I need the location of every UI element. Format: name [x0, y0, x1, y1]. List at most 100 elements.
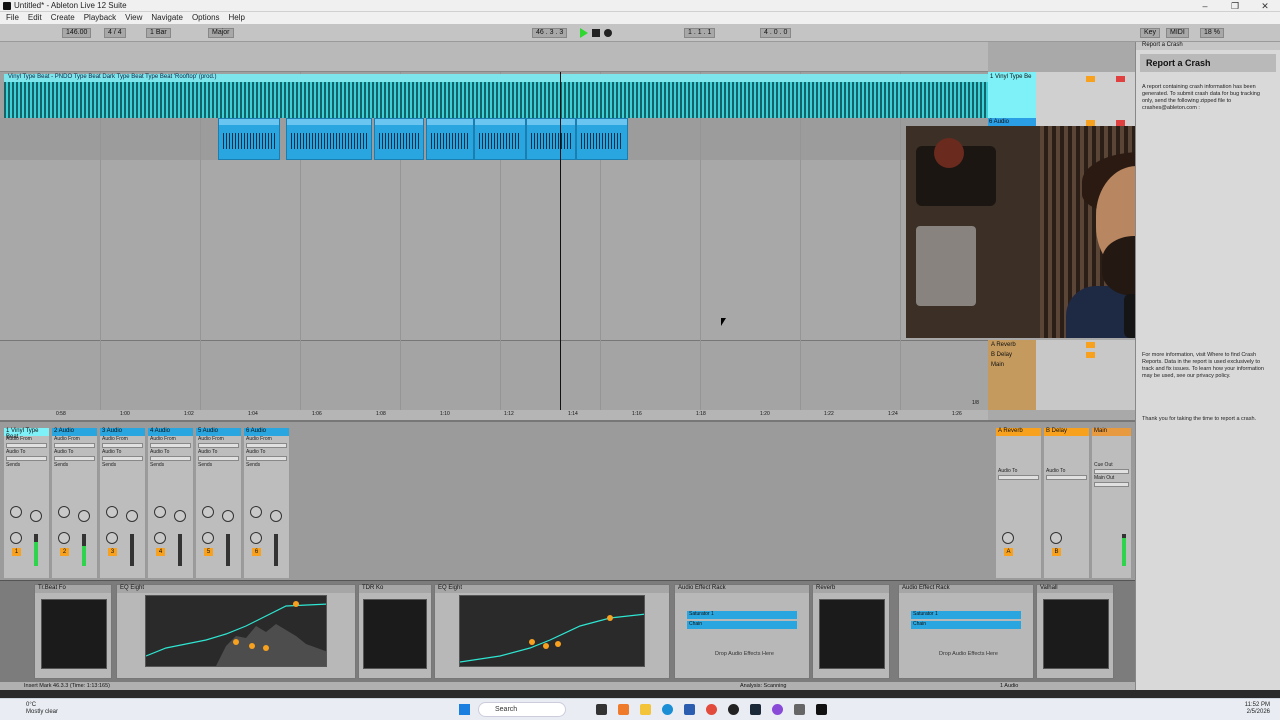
device-audio-effect-rack-1[interactable]: Audio Effect Rack Saturator 1 Chain Drop… [674, 584, 810, 679]
mixer-strip-5[interactable]: 5 Audio Audio From Audio To Sends 5 [196, 428, 242, 578]
drop-hint[interactable]: Drop Audio Effects Here [939, 651, 998, 657]
device-audio-effect-rack-2[interactable]: Audio Effect Rack Saturator 1 Chain Drop… [898, 584, 1034, 679]
tempo-field[interactable]: 146.00 [62, 28, 92, 38]
settings-icon[interactable] [794, 704, 805, 715]
app-icon-3[interactable] [772, 704, 783, 715]
return-activator[interactable] [1086, 342, 1095, 348]
mixer-strip-3[interactable]: 3 Audio Audio From Audio To Sends 3 [100, 428, 146, 578]
send-a-knob[interactable] [154, 506, 166, 518]
app-icon-2[interactable] [728, 704, 739, 715]
input-select[interactable] [198, 443, 239, 448]
return-lanes[interactable] [0, 340, 988, 410]
main-strip[interactable]: Main Cue Out Main Out [1092, 428, 1132, 578]
mixer-strip-6[interactable]: 6 Audio Audio From Audio To Sends 6 [244, 428, 290, 578]
device-reverb[interactable]: Reverb [812, 584, 890, 679]
send-b-knob[interactable] [30, 510, 42, 522]
input-select[interactable] [246, 443, 287, 448]
send-b-knob[interactable] [126, 510, 138, 522]
send-a-knob[interactable] [250, 506, 262, 518]
device-eq-eight-2[interactable]: EQ Eight [434, 584, 670, 679]
menu-file[interactable]: File [6, 12, 19, 24]
menu-navigate[interactable]: Navigate [151, 12, 183, 24]
device-eq-eight-1[interactable]: EQ Eight [116, 584, 356, 679]
ableton-icon[interactable] [816, 704, 827, 715]
track-number[interactable]: 3 [108, 548, 117, 556]
send-b-knob[interactable] [174, 510, 186, 522]
calculator-icon[interactable] [684, 704, 695, 715]
record-button[interactable] [604, 29, 612, 37]
maximize-button[interactable]: ❐ [1220, 0, 1250, 12]
clock[interactable]: 11:52 PM 2/5/2026 [1245, 702, 1270, 716]
track-number[interactable]: 6 [252, 548, 261, 556]
time-ruler[interactable]: 0:58 1:00 1:02 1:04 1:06 1:08 1:10 1:12 … [0, 400, 988, 420]
play-button[interactable] [580, 28, 588, 38]
track-header-1[interactable]: 1 Vinyl Type Be [988, 72, 1135, 118]
loop-length-field[interactable]: 4 . 0 . 0 [760, 28, 792, 38]
file-explorer-icon[interactable] [640, 704, 651, 715]
track-number[interactable]: 4 [156, 548, 165, 556]
main-out-select[interactable] [1094, 482, 1129, 487]
arm-button[interactable] [1116, 76, 1125, 82]
output-select[interactable] [998, 475, 1039, 480]
return-track-headers[interactable]: A Reverb B Delay Main [988, 340, 1135, 410]
return-reverb[interactable]: A Reverb [991, 342, 1016, 348]
position-field[interactable]: 46 . 3 . 3 [532, 28, 568, 38]
chrome-icon[interactable] [706, 704, 717, 715]
return-delay[interactable]: B Delay [991, 352, 1012, 358]
time-signature-field[interactable]: 4 / 4 [104, 28, 126, 38]
app-icon[interactable] [618, 704, 629, 715]
track-number[interactable]: 1 [12, 548, 21, 556]
eq-curve-1[interactable] [146, 596, 327, 667]
mixer-strip-2[interactable]: 2 Audio Audio From Audio To Sends 2 [52, 428, 98, 578]
return-strip-a[interactable]: A Reverb Audio To A [996, 428, 1042, 578]
cue-out-select[interactable] [1094, 469, 1129, 474]
return-letter[interactable]: B [1052, 548, 1061, 556]
minimize-button[interactable]: – [1190, 0, 1220, 12]
return-strip-b[interactable]: B Delay Audio To B [1044, 428, 1090, 578]
stop-button[interactable] [592, 29, 600, 37]
taskbar-search[interactable]: Search [478, 702, 566, 717]
menu-help[interactable]: Help [229, 12, 245, 24]
track-number[interactable]: 2 [60, 548, 69, 556]
edge-icon[interactable] [662, 704, 673, 715]
send-a-knob[interactable] [202, 506, 214, 518]
audio-clip[interactable] [374, 118, 424, 160]
return-activator[interactable] [1086, 352, 1095, 358]
audio-clip[interactable] [474, 118, 526, 160]
menu-view[interactable]: View [125, 12, 142, 24]
output-select[interactable] [102, 456, 143, 461]
pan-knob[interactable] [106, 532, 118, 544]
task-view-icon[interactable] [596, 704, 607, 715]
menu-options[interactable]: Options [192, 12, 220, 24]
send-b-knob[interactable] [270, 510, 282, 522]
windows-start-icon[interactable] [459, 704, 470, 715]
pan-knob[interactable] [1002, 532, 1014, 544]
device-tdr-kotelnikov[interactable]: TDR Ko [358, 584, 432, 679]
audio-clip[interactable] [286, 118, 372, 160]
output-select[interactable] [6, 456, 47, 461]
drop-hint[interactable]: Drop Audio Effects Here [715, 651, 774, 657]
rack-chain-saturator[interactable]: Saturator 1 [911, 611, 1021, 619]
send-a-knob[interactable] [58, 506, 70, 518]
pan-knob[interactable] [58, 532, 70, 544]
return-main[interactable]: Main [991, 362, 1004, 368]
beat-ruler[interactable] [0, 42, 988, 72]
output-select[interactable] [54, 456, 95, 461]
output-select[interactable] [246, 456, 287, 461]
menu-edit[interactable]: Edit [28, 12, 42, 24]
steam-icon[interactable] [750, 704, 761, 715]
key-map-button[interactable]: Key [1140, 28, 1161, 38]
menu-create[interactable]: Create [51, 12, 75, 24]
audio-clip[interactable] [576, 118, 628, 160]
key-mode-select[interactable]: Major [208, 28, 234, 38]
audio-clip[interactable] [426, 118, 474, 160]
output-select[interactable] [198, 456, 239, 461]
audio-clip[interactable] [526, 118, 576, 160]
pan-knob[interactable] [10, 532, 22, 544]
pan-knob[interactable] [250, 532, 262, 544]
rack-chain-saturator[interactable]: Saturator 1 [687, 611, 797, 619]
midi-map-button[interactable]: MIDI [1166, 28, 1189, 38]
eq-curve-2[interactable] [460, 596, 645, 667]
track-name[interactable]: 1 Vinyl Type Be [988, 72, 1036, 118]
pan-knob[interactable] [202, 532, 214, 544]
